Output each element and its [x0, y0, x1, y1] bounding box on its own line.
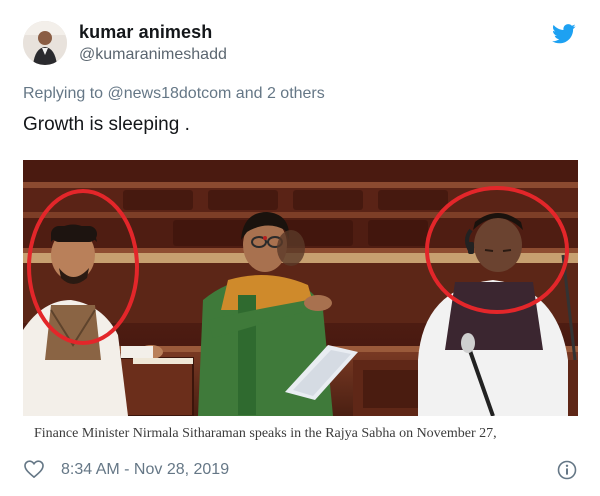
twitter-bird-icon [552, 24, 576, 44]
tweet-photo[interactable] [23, 160, 578, 416]
photo-caption-strip: Finance Minister Nirmala Sitharaman spea… [23, 416, 578, 452]
tweet-card: kumar animesh @kumaranimeshadd Replying … [0, 0, 600, 496]
mention-link[interactable]: @news18dotcom [108, 85, 232, 102]
tweet-timestamp[interactable]: 8:34 AM - Nov 28, 2019 [61, 461, 229, 479]
avatar[interactable] [23, 21, 67, 65]
reply-context: Replying to @news18dotcom and 2 others [23, 85, 325, 103]
reply-prefix: Replying to [23, 85, 108, 102]
photo-caption: Finance Minister Nirmala Sitharaman spea… [34, 426, 497, 441]
heart-icon[interactable] [24, 460, 44, 478]
avatar-image [23, 21, 67, 65]
info-icon[interactable] [557, 460, 577, 480]
parliament-photo [23, 160, 578, 416]
others-link[interactable]: and 2 others [231, 85, 325, 102]
tweet-text: Growth is sleeping . [23, 114, 190, 135]
user-handle[interactable]: @kumaranimeshadd [79, 46, 227, 64]
display-name[interactable]: kumar animesh [79, 22, 212, 43]
